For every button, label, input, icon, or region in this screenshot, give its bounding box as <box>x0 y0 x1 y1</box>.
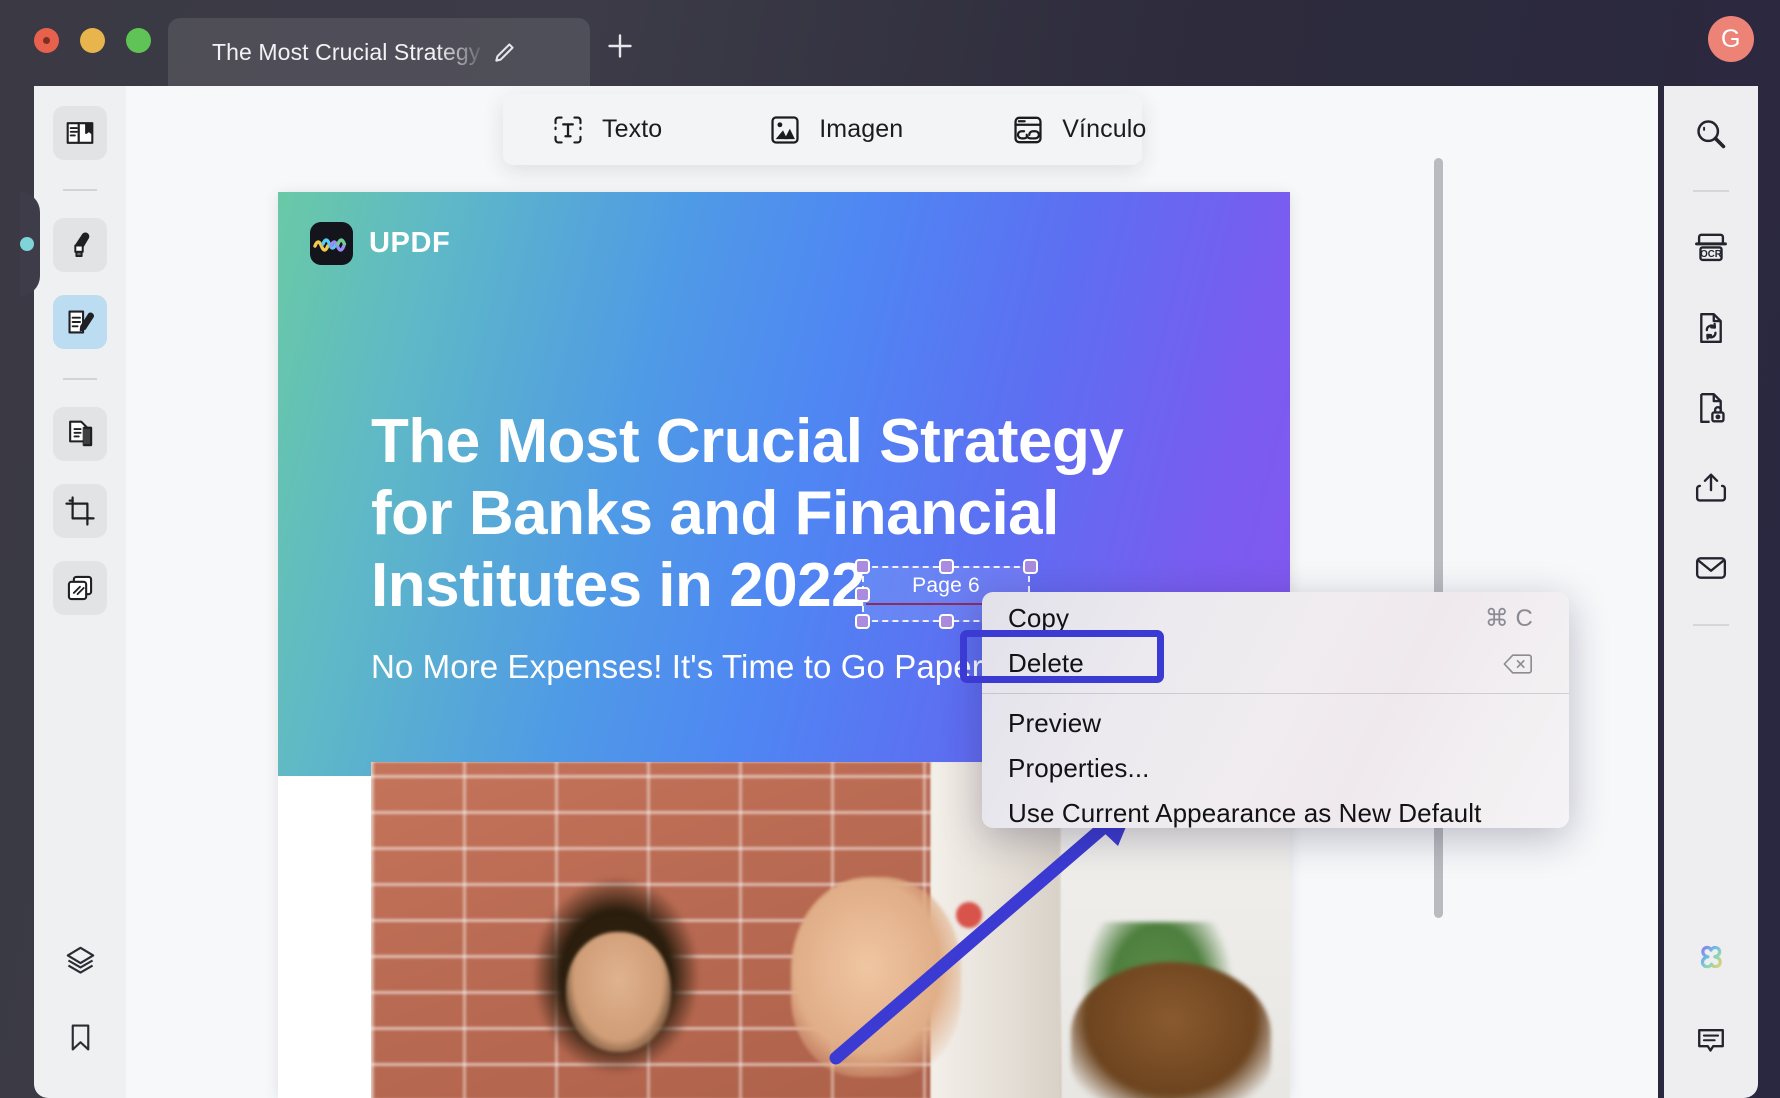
backspace-icon <box>1503 653 1533 675</box>
image-icon <box>768 113 802 147</box>
file-convert-icon[interactable] <box>1685 302 1737 354</box>
new-tab-button[interactable] <box>602 28 638 64</box>
title-bar: The Most Crucial Strategy G <box>0 0 1780 86</box>
rail-divider <box>63 378 97 380</box>
sidebar-item-organize-pages[interactable] <box>53 407 107 461</box>
page-title: The Most Crucial Strategy for Banks and … <box>371 407 1124 620</box>
envelope-icon[interactable] <box>1685 542 1737 594</box>
sidebar-item-crop[interactable] <box>53 484 107 538</box>
zoom-window-button[interactable] <box>126 28 151 53</box>
photo-red-object <box>956 902 982 928</box>
rail-divider <box>1693 190 1729 192</box>
sidebar-item-comment[interactable] <box>53 218 107 272</box>
search-icon[interactable] <box>1685 108 1737 160</box>
sidebar-item-batch[interactable] <box>53 561 107 615</box>
ocr-icon[interactable]: OCR <box>1685 222 1737 274</box>
updf-logo: UPDF <box>310 222 450 265</box>
app-window: The Most Crucial Strategy G OCR Texto Im… <box>0 0 1780 1098</box>
link-window-icon <box>1011 113 1045 147</box>
sidebar-collapse-handle[interactable] <box>20 237 34 251</box>
toolbar-item-image[interactable]: Imagen <box>742 94 929 165</box>
tab-title: The Most Crucial Strategy <box>212 38 481 65</box>
photo-person-right <box>1071 962 1271 1098</box>
toolbar-item-text-label: Texto <box>602 115 663 143</box>
context-menu-item-copy-shortcut: ⌘ C <box>1484 605 1533 632</box>
sidebar-item-layers[interactable] <box>53 933 107 987</box>
left-toolbar <box>34 86 126 1098</box>
context-menu-item-preview-label: Preview <box>1008 708 1102 738</box>
toolbar-item-link-label: Vínculo <box>1062 115 1147 143</box>
right-toolbar: OCR <box>1664 86 1758 1098</box>
avatar-initial: G <box>1721 24 1741 53</box>
share-upload-icon[interactable] <box>1685 462 1737 514</box>
sidebar-item-edit-pdf[interactable] <box>53 295 107 349</box>
rail-divider <box>63 189 97 191</box>
resize-handle-s[interactable] <box>939 614 954 629</box>
context-menu-item-use-current-appearance-label: Use Current Appearance as New Default <box>1008 798 1482 828</box>
updf-logo-mark <box>310 222 353 265</box>
sidebar-item-bookmark[interactable] <box>53 1010 107 1064</box>
context-menu[interactable]: Copy ⌘ C Delete Preview Properties... Us… <box>982 592 1569 828</box>
window-controls <box>34 28 151 53</box>
svg-text:OCR: OCR <box>1700 249 1722 260</box>
text-box-icon <box>551 113 585 147</box>
comment-bubble-icon[interactable] <box>1685 1014 1737 1066</box>
toolbar-item-text[interactable]: Texto <box>525 94 688 165</box>
delete-highlight-outline <box>960 630 1164 683</box>
avatar[interactable]: G <box>1708 16 1754 62</box>
updf-logo-text: UPDF <box>369 227 451 259</box>
resize-handle-w[interactable] <box>855 587 870 602</box>
resize-handle-sw[interactable] <box>855 614 870 629</box>
context-menu-item-properties-label: Properties... <box>1008 753 1150 783</box>
close-window-button[interactable] <box>34 28 59 53</box>
photo-person-face <box>566 932 671 1052</box>
minimize-window-button[interactable] <box>80 28 105 53</box>
file-lock-icon[interactable] <box>1685 382 1737 434</box>
resize-handle-n[interactable] <box>939 559 954 574</box>
toolbar-item-link[interactable]: Vínculo <box>985 94 1172 165</box>
ai-clover-icon[interactable] <box>1685 934 1737 986</box>
context-menu-item-properties[interactable]: Properties... <box>982 746 1569 791</box>
resize-handle-nw[interactable] <box>855 559 870 574</box>
context-menu-item-preview[interactable]: Preview <box>982 701 1569 746</box>
pencil-icon[interactable] <box>492 39 518 65</box>
context-menu-item-use-current-appearance[interactable]: Use Current Appearance as New Default <box>982 791 1569 828</box>
photo-hand <box>791 877 961 1077</box>
sidebar-item-reader[interactable] <box>53 106 107 160</box>
document-tab[interactable]: The Most Crucial Strategy <box>168 18 590 86</box>
context-menu-divider <box>982 693 1569 694</box>
page-subtitle: No More Expenses! It's Time to Go Paperl… <box>371 648 1042 685</box>
rail-divider <box>1693 624 1729 626</box>
resize-handle-ne[interactable] <box>1023 559 1038 574</box>
edit-mode-toolbar: Texto Imagen Vínculo <box>503 94 1146 165</box>
toolbar-item-image-label: Imagen <box>819 115 904 143</box>
